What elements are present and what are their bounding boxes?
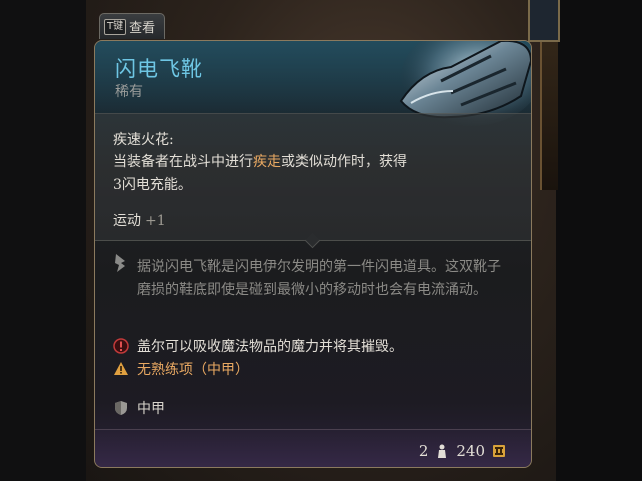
passive-description: 当装备者在战斗中进行疾走或类似动作时，获得3闪电充能。 [113, 154, 407, 193]
weight-icon [438, 444, 447, 458]
coin-icon [493, 445, 505, 457]
hotkey-badge: T键 [104, 18, 127, 35]
inspect-tab[interactable]: T键 查看 [99, 13, 165, 39]
background-right [556, 0, 642, 481]
shield-icon [115, 401, 127, 415]
armor-type-text: 中甲 [137, 401, 165, 417]
armor-type-row: 中甲 [113, 398, 165, 418]
weight-value-row: 2 240 [419, 442, 513, 460]
item-rarity: 稀有 [115, 84, 143, 100]
proficiency-warning: 无熟练项（中甲） [113, 359, 249, 379]
tooltip-footer: 2 240 [95, 429, 531, 467]
proficiency-text: 无熟练项（中甲） [137, 362, 249, 378]
weight-value: 2 [418, 442, 429, 460]
skill-bonus-value: +1 [145, 213, 166, 229]
item-name: 闪电飞靴 [115, 57, 203, 81]
passive-section: 疾速火花: 当装备者在战斗中进行疾走或类似动作时，获得3闪电充能。 运动 +1 [95, 113, 531, 241]
item-tooltip: 闪电飞靴 稀有 疾速火花: 当装备者在战斗中进行疾走或类似动作时，获得3闪电充能… [94, 40, 532, 468]
passive-title: 疾速火花: [113, 132, 174, 148]
warning-triangle-icon [114, 362, 128, 375]
gold-value: 240 [456, 442, 485, 460]
lore-text: 据说闪电飞靴是闪电伊尔发明的第一件闪电道具。这双靴子磨损的鞋底即使是碰到最微小的… [137, 259, 501, 298]
skill-bonus-label: 运动 [113, 213, 141, 229]
special-property-text: 盖尔可以吸收魔法物品的魔力并将其摧毁。 [137, 339, 403, 355]
keyword-dash[interactable]: 疾走 [253, 154, 281, 170]
skill-bonus: 运动 +1 [113, 210, 166, 230]
warning-circle-icon [113, 338, 129, 354]
background-left [0, 0, 86, 481]
special-property: 盖尔可以吸收魔法物品的魔力并将其摧毁。 [113, 336, 403, 356]
inspect-label: 查看 [129, 21, 156, 36]
feather-icon [115, 254, 125, 272]
frame-corner-ornament [528, 0, 560, 42]
